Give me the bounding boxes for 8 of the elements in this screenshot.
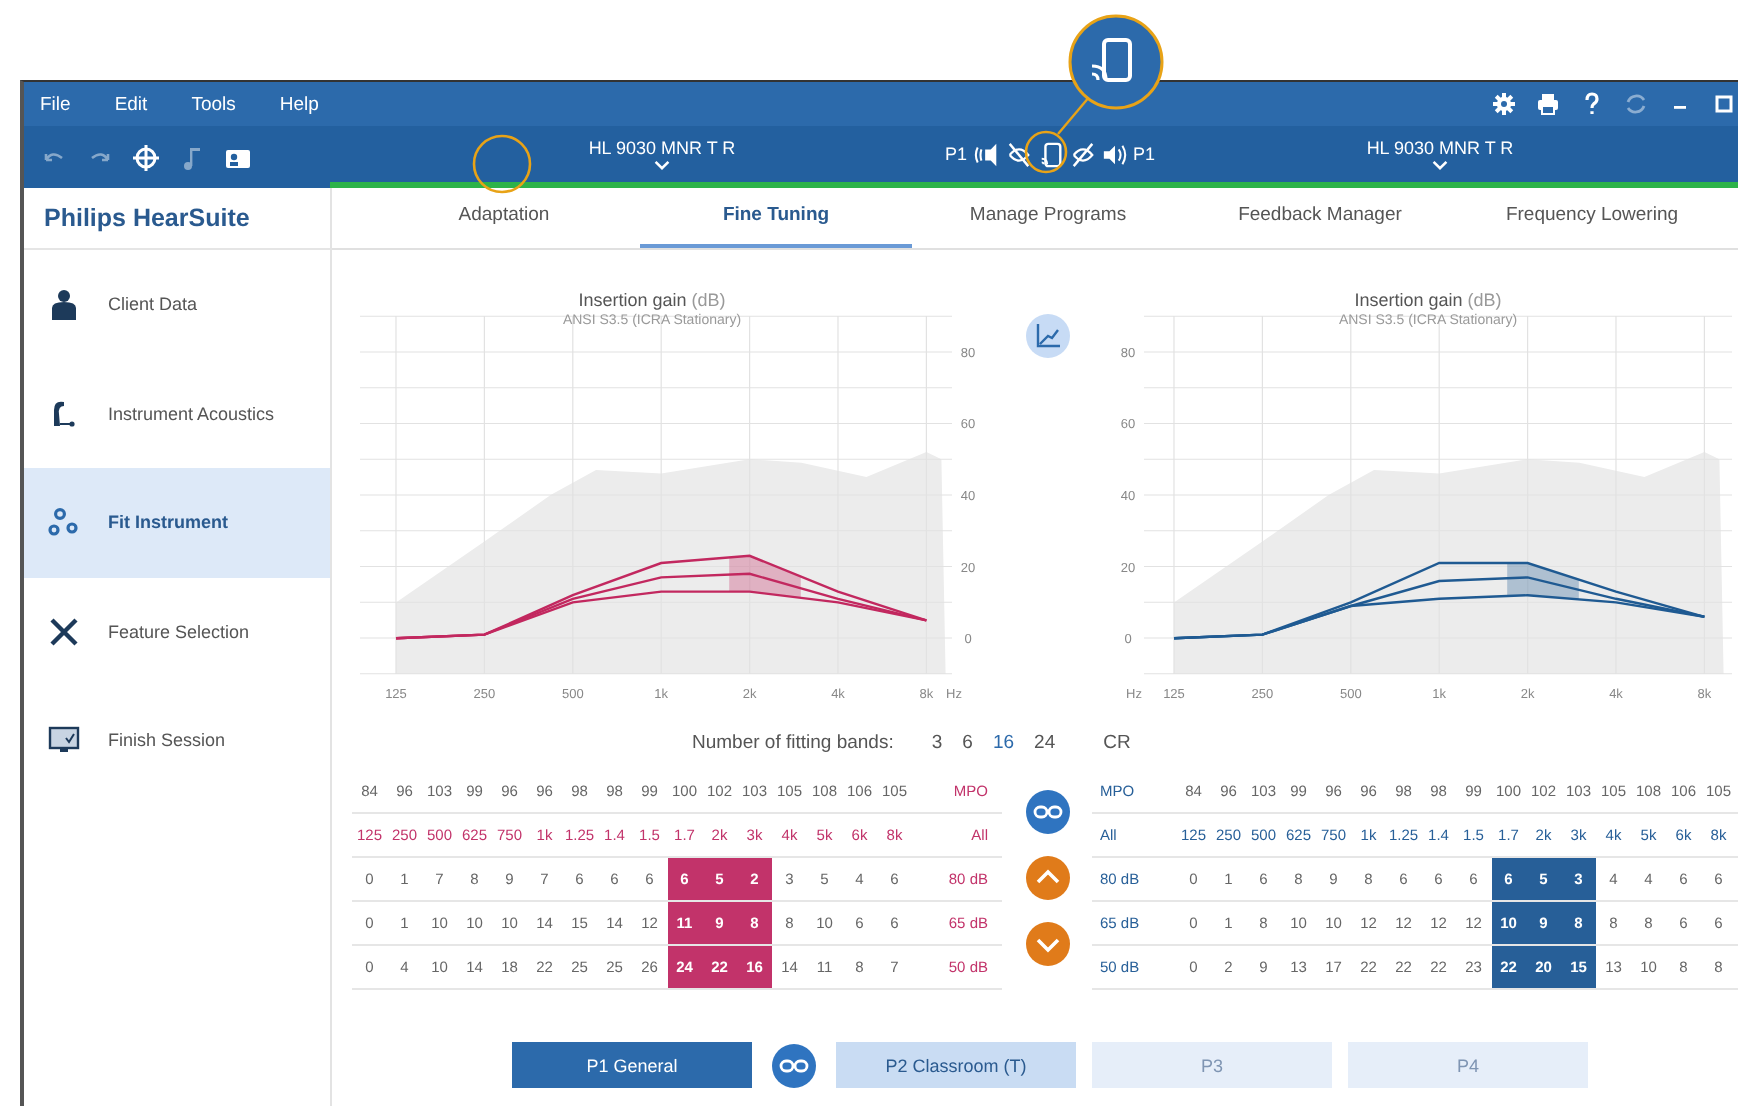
- chart-title: Insertion gain (dB): [1354, 290, 1502, 310]
- app-title: Philips HearSuite: [24, 188, 330, 250]
- fitting-bands-label: Number of fitting bands:: [692, 731, 894, 753]
- chart-title: Insertion gain (dB): [578, 290, 726, 310]
- device-name: HL 9030 MNR T R: [588, 138, 736, 158]
- program-label: P1: [1133, 144, 1156, 164]
- device-name: HL 9030 MNR T R: [1366, 138, 1514, 158]
- program-label: P1: [944, 144, 967, 164]
